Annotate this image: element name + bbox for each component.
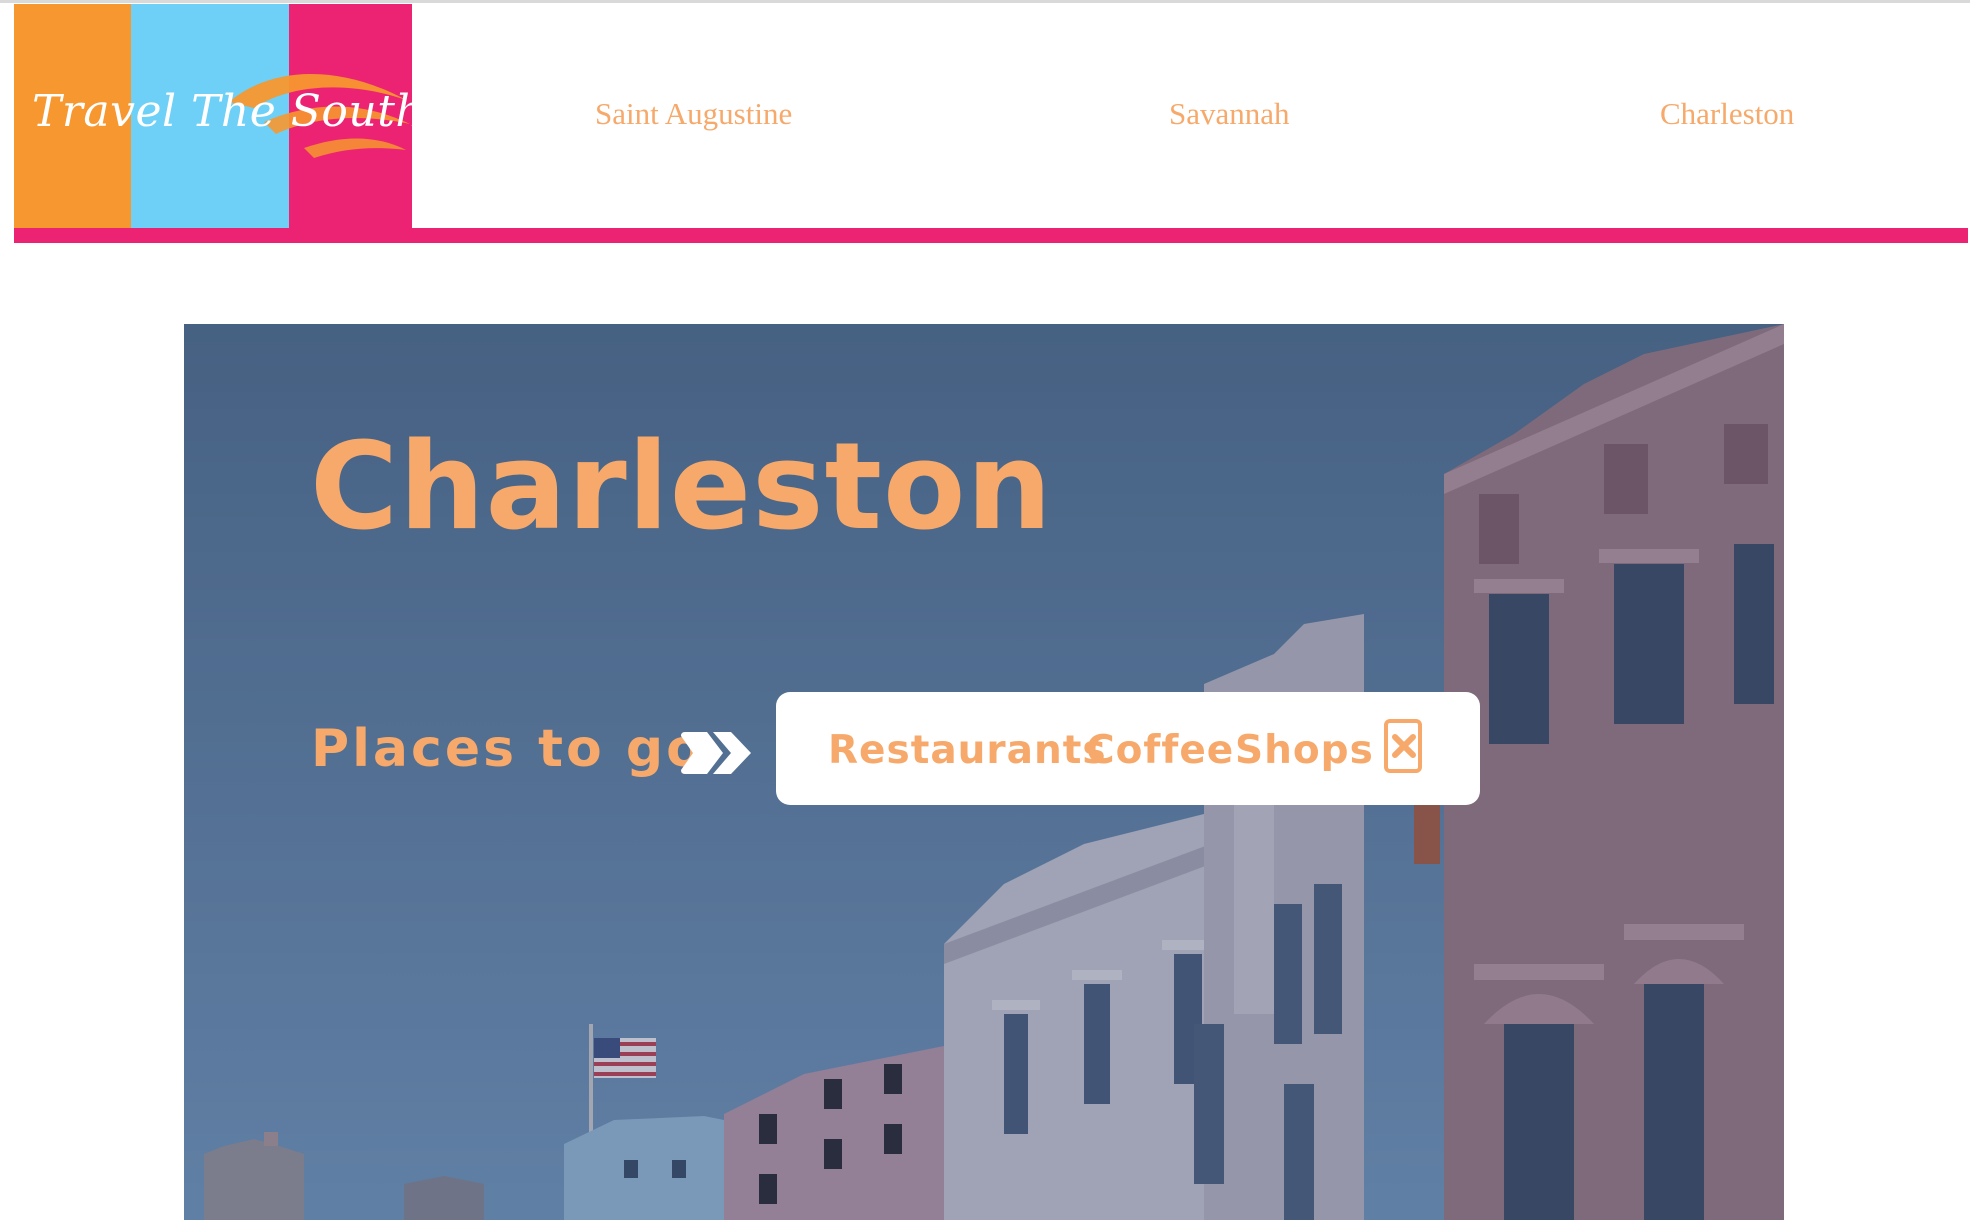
places-menu: Restaurants Coffee Shops: [776, 692, 1480, 805]
menu-item-shops[interactable]: Shops: [1235, 728, 1374, 773]
menu-item-restaurants[interactable]: Restaurants: [828, 728, 1107, 773]
nav-link-charleston[interactable]: Charleston: [1660, 96, 1794, 132]
nav-link-savannah[interactable]: Savannah: [1169, 96, 1290, 132]
menu-item-coffee[interactable]: Coffee: [1086, 728, 1234, 773]
main-nav: Saint Augustine Savannah Charleston: [14, 4, 1968, 228]
close-menu-button[interactable]: [1384, 719, 1422, 773]
places-to-go-label: Places to go: [311, 719, 705, 779]
header-underline-bar: [14, 228, 1968, 243]
hero-title: Charleston: [310, 418, 1053, 557]
double-arrow-right-icon: [681, 732, 751, 774]
page-top-border: [0, 0, 1970, 3]
nav-link-saint-augustine[interactable]: Saint Augustine: [595, 96, 792, 132]
site-header: Travel The South Saint Augustine Savanna…: [14, 4, 1968, 244]
hero-banner: Charleston Places to go Restaurants Coff…: [184, 324, 1784, 1220]
close-x-icon: [1392, 734, 1416, 758]
